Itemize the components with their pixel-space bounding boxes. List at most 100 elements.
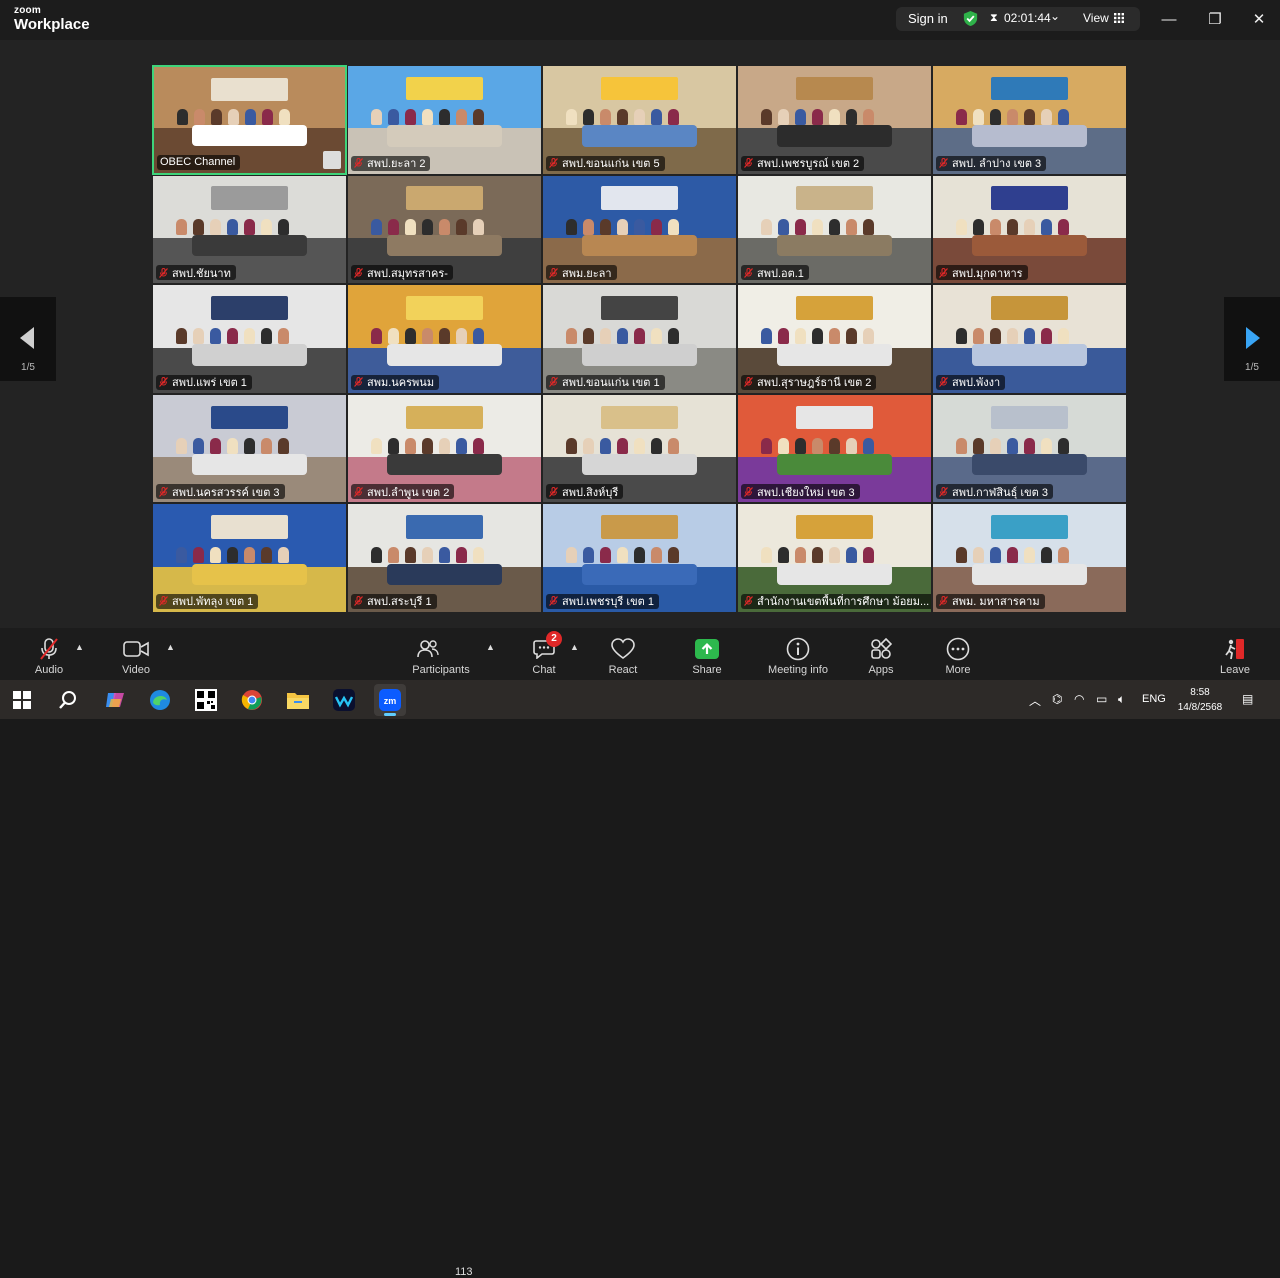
participant-figure bbox=[829, 109, 841, 126]
clock-time: 8:58 bbox=[1190, 687, 1210, 698]
participants-button[interactable]: Participants bbox=[408, 628, 474, 680]
participant-figure bbox=[405, 437, 417, 454]
video-tile[interactable]: สพป.ยะลา 2 bbox=[347, 65, 542, 175]
leave-button[interactable]: Leave bbox=[1216, 628, 1254, 680]
chevron-down-icon[interactable]: ⌄ bbox=[1050, 9, 1060, 23]
video-tile[interactable]: สพป.มุกดาหาร bbox=[932, 174, 1127, 285]
participant-figure bbox=[846, 109, 858, 126]
video-tile[interactable]: สพป.สิงห์บุรี bbox=[542, 393, 737, 504]
participant-name-tag: สพป.นครสวรรค์ เขต 3 bbox=[156, 484, 285, 500]
video-options-caret-icon[interactable]: ▲ bbox=[166, 642, 175, 652]
participant-figure bbox=[261, 109, 273, 126]
participant-name: สพป.ขอนแก่น เขต 1 bbox=[562, 377, 660, 390]
participant-name: สพป.พัทลุง เขต 1 bbox=[172, 596, 254, 609]
previous-page-button[interactable]: 1/5 bbox=[0, 297, 56, 381]
video-tile[interactable]: สพม.ยะลา bbox=[542, 174, 737, 285]
video-tile[interactable]: สพป.นครสวรรค์ เขต 3 bbox=[152, 393, 347, 504]
notification-icon[interactable]: ▤ bbox=[1242, 692, 1253, 706]
video-tile[interactable]: สพป.ชัยนาท bbox=[152, 174, 347, 285]
video-tile[interactable]: สพป.เพชรบูรณ์ เขต 2 bbox=[737, 65, 932, 175]
meeting-table bbox=[192, 125, 307, 147]
show-hidden-icons-icon[interactable]: ︿ bbox=[1029, 692, 1041, 709]
input-language[interactable]: ENG bbox=[1142, 693, 1166, 705]
participant-figure bbox=[566, 109, 578, 126]
windows-start-button[interactable] bbox=[6, 684, 38, 716]
meet-now-icon[interactable]: ⌬ bbox=[1052, 692, 1062, 706]
apps-button[interactable]: Apps bbox=[864, 628, 898, 680]
video-tile[interactable]: สพป.เพชรบุรี เขต 1 bbox=[542, 503, 737, 613]
video-tile[interactable]: สพป. ลำปาง เขต 3 bbox=[932, 65, 1127, 175]
participant-figure bbox=[973, 437, 985, 454]
zoom-app[interactable]: zm bbox=[374, 684, 406, 716]
video-tile[interactable]: สพป.ขอนแก่น เขต 1 bbox=[542, 284, 737, 394]
taskbar-search-button[interactable] bbox=[52, 684, 84, 716]
video-tile[interactable]: สพป.แพร่ เขต 1 bbox=[152, 284, 347, 394]
wifi-icon[interactable]: ◠ bbox=[1074, 692, 1084, 706]
video-tile[interactable]: สพป.พังงา bbox=[932, 284, 1127, 394]
video-tile[interactable]: สพป.อต.1 bbox=[737, 174, 932, 285]
audio-button[interactable]: Audio bbox=[30, 628, 68, 680]
participant-figure bbox=[439, 109, 451, 126]
participant-figure bbox=[1041, 218, 1053, 235]
participant-figure bbox=[405, 109, 417, 126]
video-tile[interactable]: สพป.เชียงใหม่ เขต 3 bbox=[737, 393, 932, 504]
encryption-shield-icon[interactable] bbox=[962, 10, 979, 27]
chrome-app[interactable] bbox=[236, 684, 268, 716]
qr-app[interactable] bbox=[190, 684, 222, 716]
video-tile[interactable]: สำนักงานเขตพื้นที่การศึกษา ม้อยม... bbox=[737, 503, 932, 613]
participant-name: สพป.แพร่ เขต 1 bbox=[172, 377, 247, 390]
participant-figure bbox=[227, 328, 239, 345]
participant-figure bbox=[600, 437, 612, 454]
minimize-button[interactable]: — bbox=[1158, 8, 1180, 30]
participant-name-tag: สำนักงานเขตพื้นที่การศึกษา ม้อยม... bbox=[741, 593, 931, 609]
participant-figure bbox=[1007, 218, 1019, 235]
audio-options-caret-icon[interactable]: ▲ bbox=[75, 642, 84, 652]
video-tile[interactable]: สพป.สระบุรี 1 bbox=[347, 503, 542, 613]
react-label: React bbox=[608, 664, 638, 676]
video-tile[interactable]: สพป.สุราษฎร์ธานี เขต 2 bbox=[737, 284, 932, 394]
meeting-timer[interactable]: 02:01:44 bbox=[1004, 11, 1051, 25]
video-tile[interactable]: สพป.ลำพูน เขต 2 bbox=[347, 393, 542, 504]
video-tile[interactable]: สพม.นครพนม bbox=[347, 284, 542, 394]
participant-figure bbox=[617, 437, 629, 454]
file-explorer-app[interactable] bbox=[282, 684, 314, 716]
more-button[interactable]: More bbox=[940, 628, 976, 680]
volume-icon[interactable]: 🔈︎ bbox=[1118, 692, 1125, 707]
react-button[interactable]: React bbox=[604, 628, 642, 680]
grid-view-icon[interactable] bbox=[1114, 13, 1124, 23]
chat-caret-icon[interactable]: ▲ bbox=[570, 642, 579, 652]
participant-figure bbox=[634, 437, 646, 454]
battery-icon[interactable]: ▭ bbox=[1096, 692, 1107, 706]
video-tile[interactable]: สพป.กาฬสินธุ์ เขต 3 bbox=[932, 393, 1127, 504]
copilot-app[interactable] bbox=[99, 684, 131, 716]
video-tile[interactable]: สพป.ขอนแก่น เขต 5 bbox=[542, 65, 737, 175]
participant-name-tag: สพป.สุราษฎร์ธานี เขต 2 bbox=[741, 374, 877, 390]
mic-muted-icon bbox=[744, 158, 753, 168]
sign-in-button[interactable]: Sign in bbox=[908, 11, 948, 26]
meeting-info-button[interactable]: Meeting info bbox=[762, 628, 834, 680]
share-button[interactable]: Share bbox=[688, 628, 726, 680]
room-banner bbox=[990, 515, 1069, 539]
participant-name-tag: สพป.เพชรบูรณ์ เขต 2 bbox=[741, 155, 865, 171]
webex-app[interactable] bbox=[328, 684, 360, 716]
edge-app[interactable] bbox=[144, 684, 176, 716]
video-tile[interactable]: สพป.สมุทรสาคร- bbox=[347, 174, 542, 285]
video-tile[interactable]: สพป.พัทลุง เขต 1 bbox=[152, 503, 347, 613]
system-clock[interactable]: 8:58 14/8/2568 bbox=[1174, 685, 1226, 715]
restore-button[interactable]: ❐ bbox=[1204, 8, 1226, 30]
participant-name: OBEC Channel bbox=[160, 156, 236, 169]
video-tile[interactable]: สพม. มหาสารคาม bbox=[932, 503, 1127, 613]
close-button[interactable]: ✕ bbox=[1248, 8, 1270, 30]
logo-zoom-text: zoom bbox=[14, 5, 41, 16]
room-banner bbox=[600, 405, 679, 430]
participant-figure bbox=[227, 218, 239, 235]
video-tile[interactable]: OBEC Channel bbox=[152, 65, 347, 175]
participants-caret-icon[interactable]: ▲ bbox=[486, 642, 495, 652]
view-button[interactable]: View bbox=[1083, 11, 1109, 25]
participant-figure bbox=[668, 328, 680, 345]
participant-figure bbox=[956, 547, 968, 564]
next-page-button[interactable]: 1/5 bbox=[1224, 297, 1280, 381]
video-button[interactable]: Video bbox=[116, 628, 156, 680]
participant-figure bbox=[439, 328, 451, 345]
participant-figure bbox=[634, 218, 646, 235]
